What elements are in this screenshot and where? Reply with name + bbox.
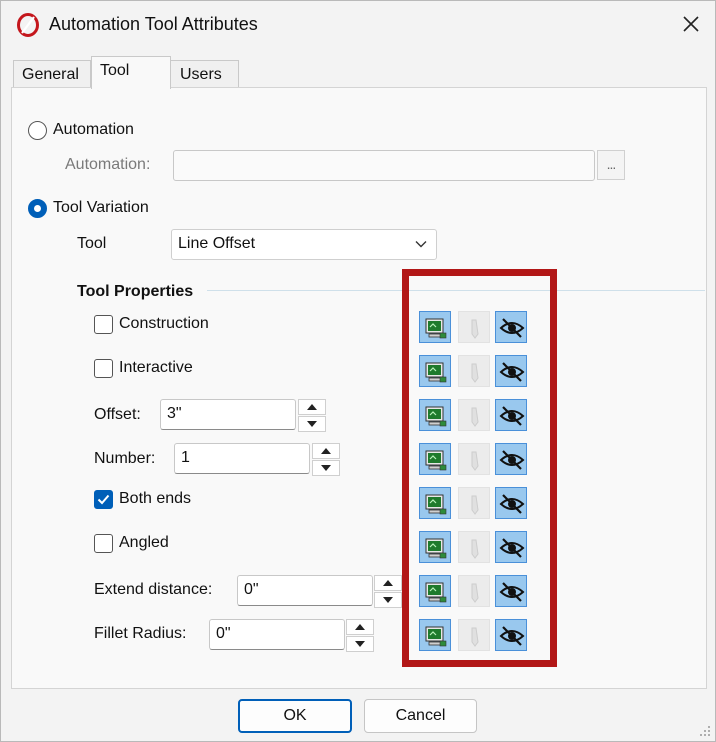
triangle-down-icon — [321, 465, 331, 471]
construction-label: Construction — [119, 315, 209, 332]
offset-spin-down-button[interactable] — [298, 416, 326, 432]
interactive-label: Interactive — [119, 359, 193, 376]
tool-variation-radio-label: Tool Variation — [53, 199, 149, 216]
title-bar: Automation Tool Attributes — [1, 1, 715, 49]
fillet-radius-spinner — [346, 619, 374, 652]
tab-users[interactable]: Users — [169, 60, 239, 88]
construction-checkbox[interactable] — [94, 315, 113, 334]
ok-button[interactable]: OK — [238, 699, 352, 733]
cancel-button[interactable]: Cancel — [364, 699, 477, 733]
tool-select-value: Line Offset — [178, 235, 256, 252]
number-spinner — [312, 443, 340, 476]
fillet-radius-label: Fillet Radius: — [94, 625, 187, 642]
tool-label: Tool — [77, 235, 107, 252]
automation-input[interactable] — [173, 150, 595, 181]
automation-radio-label: Automation — [53, 121, 134, 138]
offset-spin-up-button[interactable] — [298, 399, 326, 415]
triangle-up-icon — [383, 580, 393, 586]
offset-spinner — [298, 399, 326, 432]
checkmark-icon — [97, 494, 110, 505]
extend-distance-spin-down-button[interactable] — [374, 592, 402, 608]
fillet-radius-spin-up-button[interactable] — [346, 619, 374, 635]
tab-general[interactable]: General — [13, 60, 91, 88]
automation-field-label: Automation: — [65, 156, 151, 173]
fillet-radius-input[interactable]: 0" — [209, 619, 345, 650]
chevron-down-icon — [415, 241, 427, 248]
both-ends-label: Both ends — [119, 490, 192, 507]
extend-distance-input[interactable]: 0" — [237, 575, 373, 606]
tool-variation-radio[interactable] — [28, 199, 47, 218]
triangle-up-icon — [307, 404, 317, 410]
offset-label: Offset: — [94, 406, 141, 423]
extend-distance-label: Extend distance: — [94, 581, 213, 598]
close-icon — [683, 16, 699, 32]
triangle-down-icon — [383, 597, 393, 603]
angled-label: Angled — [119, 534, 169, 551]
number-spin-up-button[interactable] — [312, 443, 340, 459]
number-input[interactable]: 1 — [174, 443, 310, 474]
resize-grip-icon[interactable] — [699, 725, 711, 737]
triangle-down-icon — [307, 421, 317, 427]
number-label: Number: — [94, 450, 156, 467]
number-spin-down-button[interactable] — [312, 460, 340, 476]
close-button[interactable] — [673, 7, 709, 41]
tool-select[interactable]: Line Offset — [171, 229, 437, 260]
triangle-up-icon — [321, 448, 331, 454]
angled-checkbox[interactable] — [94, 534, 113, 553]
tab-tool[interactable]: Tool — [91, 56, 171, 89]
tool-properties-group-label: Tool Properties — [77, 283, 194, 300]
automation-radio[interactable] — [28, 121, 47, 140]
both-ends-checkbox[interactable] — [94, 490, 113, 509]
window-title: Automation Tool Attributes — [49, 14, 258, 34]
automation-browse-button[interactable]: ... — [597, 150, 625, 180]
triangle-up-icon — [355, 624, 365, 630]
fillet-radius-spin-down-button[interactable] — [346, 636, 374, 652]
app-logo-icon — [17, 13, 39, 37]
extend-distance-spinner — [374, 575, 402, 608]
highlight-annotation — [402, 269, 557, 667]
extend-distance-spin-up-button[interactable] — [374, 575, 402, 591]
offset-input[interactable]: 3" — [160, 399, 296, 430]
triangle-down-icon — [355, 641, 365, 647]
dialog-window: Automation Tool Attributes General Tool … — [0, 0, 716, 742]
interactive-checkbox[interactable] — [94, 359, 113, 378]
